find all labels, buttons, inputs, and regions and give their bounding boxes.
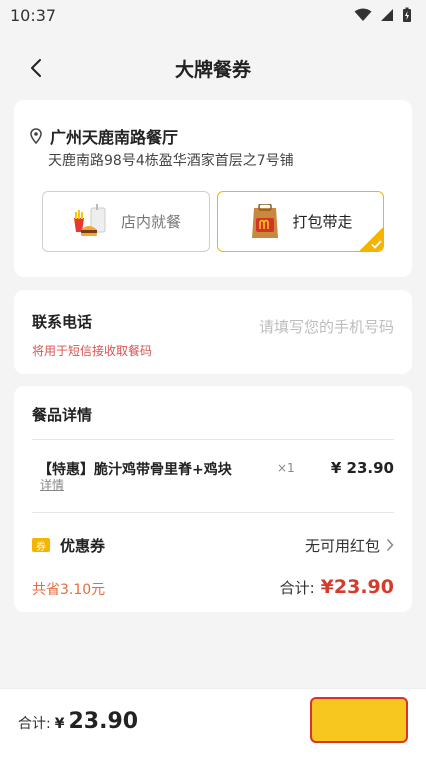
store-card: 广州天鹿南路餐厅 天鹿南路98号4栋盈华酒家首层之7号铺 店内就餐 打包带走 (14, 100, 412, 277)
selected-corner (358, 226, 383, 251)
coupon-ticket-icon: 券 (32, 538, 50, 553)
checkout-bar: 合计: ¥ 23.90 (0, 688, 426, 757)
store-name: 广州天鹿南路餐厅 (50, 128, 179, 147)
item-name: 【特惠】脆汁鸡带骨里脊+鸡块 (38, 462, 232, 478)
dine-in-label: 店内就餐 (120, 213, 181, 231)
savings-text: 共省3.10元 (32, 582, 106, 598)
battery-icon (403, 7, 411, 22)
item-detail-link[interactable]: 详情 (40, 476, 64, 493)
total-amount: ¥23.90 (320, 576, 394, 598)
items-title: 餐品详情 (32, 406, 93, 424)
order-total: 合计: ¥23.90 (280, 576, 394, 598)
footer-total: 合计: ¥ 23.90 (18, 709, 138, 734)
wifi-icon (354, 8, 372, 21)
footer-amount: 23.90 (68, 709, 139, 734)
fries-burger-icon (73, 203, 106, 236)
coupon-label: 优惠券 (60, 536, 106, 555)
footer-total-label: 合计: (18, 716, 51, 732)
footer-currency: ¥ (54, 716, 65, 732)
divider (32, 439, 394, 440)
contact-card: 联系电话 将用于短信接收取餐码 (14, 290, 412, 374)
store-name-row: 广州天鹿南路餐厅 (30, 124, 178, 148)
dine-in-option[interactable]: 店内就餐 (42, 191, 210, 252)
phone-hint: 将用于短信接收取餐码 (32, 344, 153, 358)
back-button[interactable] (22, 54, 50, 82)
order-items-card: 餐品详情 【特惠】脆汁鸡带骨里脊+鸡块 详情 ×1 ¥ 23.90 券 优惠券 … (14, 386, 412, 612)
status-icons (354, 7, 412, 23)
chevron-right-icon (386, 538, 394, 552)
takeaway-option[interactable]: 打包带走 (217, 191, 384, 252)
takeaway-label: 打包带走 (292, 213, 353, 231)
nav-bar: 大牌餐券 (0, 40, 426, 96)
takeaway-bag-icon (252, 203, 279, 238)
page-title: 大牌餐券 (174, 58, 251, 81)
status-time: 10:37 (10, 5, 57, 25)
item-quantity: ×1 (277, 461, 295, 475)
coupon-value: 无可用红包 (304, 536, 380, 555)
signal-icon (381, 9, 393, 21)
coupon-row[interactable]: 券 优惠券 无可用红包 (32, 532, 394, 558)
location-pin-icon (30, 128, 42, 144)
total-label: 合计: (279, 579, 315, 597)
divider (32, 512, 394, 513)
store-address: 天鹿南路98号4栋盈华酒家首层之7号铺 (48, 153, 294, 169)
item-price: ¥ 23.90 (330, 459, 394, 477)
phone-input[interactable] (224, 318, 394, 336)
submit-order-button[interactable] (310, 697, 408, 743)
phone-label: 联系电话 (32, 313, 93, 331)
chevron-left-icon (31, 59, 41, 77)
checkmark-icon (371, 240, 382, 249)
status-bar: 10:37 (0, 0, 426, 30)
